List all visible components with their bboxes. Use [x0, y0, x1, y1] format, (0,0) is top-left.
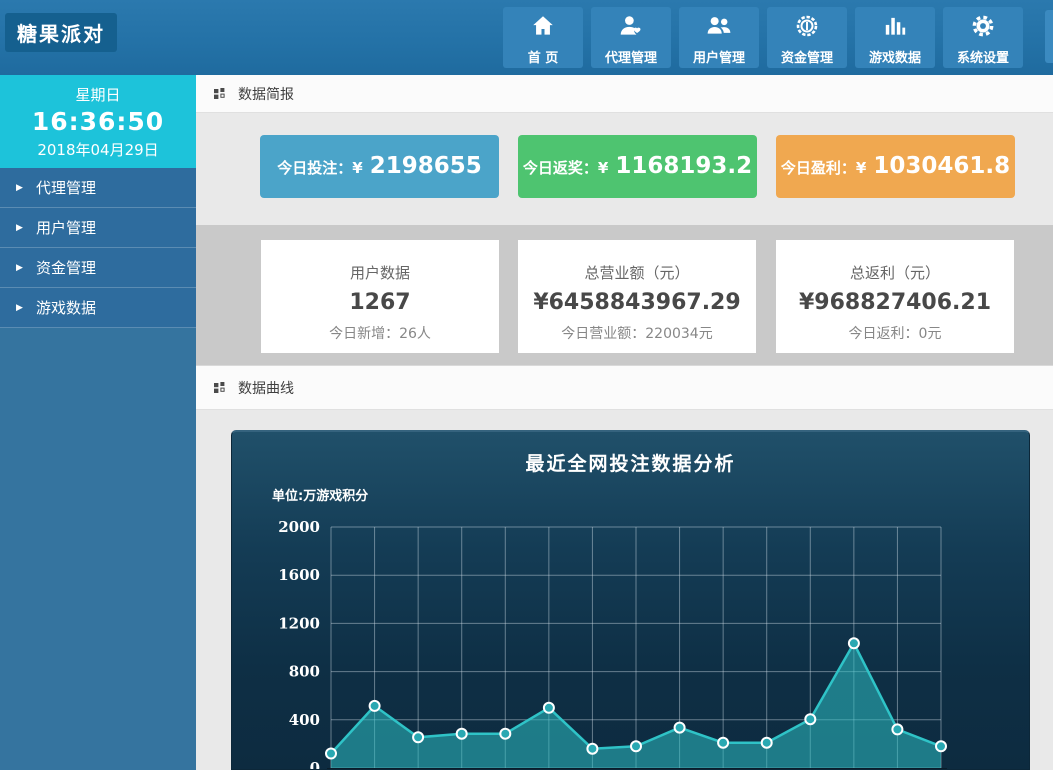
tiles-icon: [214, 88, 225, 99]
today-bets-card: 今日投注：¥ 2198655: [260, 135, 499, 198]
nav-item-label: 资金管理: [781, 47, 833, 66]
nav-item-overflow[interactable]: [1045, 10, 1053, 63]
sidebar-item-label: 代理管理: [36, 179, 96, 197]
card-label: 今日盈利：¥: [781, 157, 866, 178]
svg-text:1600: 1600: [278, 566, 320, 584]
sidebar-menu: ▶ 代理管理 ▶ 用户管理 ▶ 资金管理 ▶ 游戏数据: [0, 168, 196, 328]
section-title: 数据简报: [238, 84, 294, 104]
users-icon: [706, 13, 732, 43]
card-value: 1168193.2: [615, 153, 752, 179]
sidebar-item-game-data[interactable]: ▶ 游戏数据: [0, 288, 196, 328]
sidebar-item-agent-management[interactable]: ▶ 代理管理: [0, 168, 196, 208]
tiles-icon: [214, 382, 225, 393]
sidebar-item-funds-management[interactable]: ▶ 资金管理: [0, 248, 196, 288]
stat-title: 用户数据: [261, 262, 499, 283]
top-navbar: 糖果派对 首 页 代理管理 用户管理 资金管理: [0, 0, 1053, 75]
sidebar: 星期日 16:36:50 2018年04月29日 ▶ 代理管理 ▶ 用户管理 ▶…: [0, 75, 196, 770]
nav-item-agent-management[interactable]: 代理管理: [591, 7, 671, 68]
agent-icon: [618, 13, 644, 43]
nav-item-funds-management[interactable]: 资金管理: [767, 7, 847, 68]
sidebar-item-label: 游戏数据: [36, 299, 96, 317]
stat-value: 1267: [261, 290, 499, 315]
clock-date: 2018年04月29日: [0, 139, 196, 160]
nav-item-label: 游戏数据: [869, 47, 921, 66]
today-payout-card: 今日返奖：¥ 1168193.2: [518, 135, 757, 198]
funds-icon: [794, 13, 820, 43]
nav-item-label: 用户管理: [693, 47, 745, 66]
chevron-right-icon: ▶: [16, 168, 23, 208]
nav-item-home[interactable]: 首 页: [503, 7, 583, 68]
section-header-data-brief: 数据简报: [196, 75, 1053, 113]
app-logo: 糖果派对: [5, 13, 117, 52]
total-rebate-card: 总返利（元） ¥968827406.21 今日返利：0元: [776, 240, 1014, 353]
card-label: 今日返奖：¥: [523, 157, 608, 178]
stat-title: 总营业额（元）: [518, 262, 756, 283]
chevron-right-icon: ▶: [16, 208, 23, 248]
stat-subtext: 今日新增：26人: [261, 323, 499, 343]
main-nav: 首 页 代理管理 用户管理 资金管理 游戏数据: [503, 7, 1023, 68]
home-icon: [530, 13, 556, 43]
nav-item-label: 系统设置: [957, 47, 1009, 66]
nav-item-user-management[interactable]: 用户管理: [679, 7, 759, 68]
stat-title: 总返利（元）: [776, 262, 1014, 283]
sidebar-item-label: 资金管理: [36, 259, 96, 277]
nav-item-game-data[interactable]: 游戏数据: [855, 7, 935, 68]
settings-icon: [970, 13, 996, 43]
svg-text:0: 0: [310, 759, 320, 770]
today-profit-card: 今日盈利：¥ 1030461.8: [776, 135, 1015, 198]
card-value: 1030461.8: [873, 153, 1010, 179]
section-header-data-curve: 数据曲线: [196, 365, 1053, 410]
total-turnover-card: 总营业额（元） ¥6458843967.29 今日营业额：220034元: [518, 240, 756, 353]
clock-weekday: 星期日: [0, 84, 196, 105]
nav-item-label: 首 页: [528, 47, 559, 66]
section-title: 数据曲线: [238, 378, 294, 398]
user-data-card: 用户数据 1267 今日新增：26人: [261, 240, 499, 353]
nav-item-system-settings[interactable]: 系统设置: [943, 7, 1023, 68]
sidebar-item-label: 用户管理: [36, 219, 96, 237]
game-data-icon: [882, 13, 908, 43]
chevron-right-icon: ▶: [16, 288, 23, 328]
svg-text:2000: 2000: [278, 518, 320, 536]
stat-subtext: 今日返利：0元: [776, 323, 1014, 343]
card-label: 今日投注：¥: [277, 157, 362, 178]
clock-time: 16:36:50: [0, 107, 196, 136]
card-value: 2198655: [370, 153, 482, 179]
sidebar-item-user-management[interactable]: ▶ 用户管理: [0, 208, 196, 248]
stat-value: ¥968827406.21: [776, 290, 1014, 315]
main-content: 数据简报 今日投注：¥ 2198655 今日返奖：¥ 1168193.2 今日盈…: [196, 75, 1053, 770]
bet-curve-chart: 0 400 800 1200 1600 2000: [232, 432, 1030, 770]
nav-item-label: 代理管理: [605, 47, 657, 66]
bet-analysis-chart-panel: 最近全网投注数据分析 单位:万游戏积分 0400800120016002000: [231, 430, 1030, 770]
chevron-right-icon: ▶: [16, 248, 23, 288]
svg-text:1200: 1200: [278, 614, 320, 632]
clock-widget: 星期日 16:36:50 2018年04月29日: [0, 75, 196, 168]
svg-text:400: 400: [289, 711, 320, 729]
svg-text:800: 800: [289, 663, 320, 681]
stat-subtext: 今日营业额：220034元: [518, 323, 756, 343]
stat-value: ¥6458843967.29: [518, 290, 756, 315]
